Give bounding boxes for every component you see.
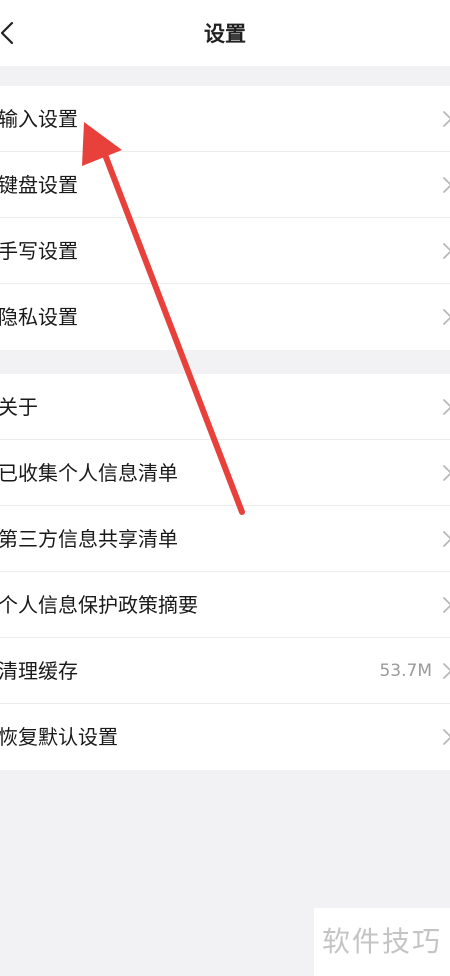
cache-size-value: 53.7M <box>379 661 432 681</box>
chevron-right-icon <box>440 464 450 482</box>
settings-item-label: 隐私设置 <box>0 305 78 329</box>
chevron-right-icon <box>440 242 450 260</box>
watermark: 软件技巧 <box>314 908 450 976</box>
settings-item-privacy-policy-summary[interactable]: 个人信息保护政策摘要 <box>0 572 450 638</box>
settings-screen: 设置 输入设置 键盘设置 手写设置 隐私设置 关于 已收集个人信息清单 第三方信… <box>0 0 450 976</box>
chevron-right-icon <box>440 176 450 194</box>
navigation-bar: 设置 <box>0 0 450 66</box>
settings-item-label: 已收集个人信息清单 <box>0 461 178 485</box>
settings-item-label: 个人信息保护政策摘要 <box>0 593 198 617</box>
settings-group-input: 输入设置 键盘设置 手写设置 隐私设置 <box>0 86 450 350</box>
chevron-right-icon <box>440 596 450 614</box>
settings-item-restore-defaults[interactable]: 恢复默认设置 <box>0 704 450 770</box>
settings-item-clear-cache[interactable]: 清理缓存 53.7M <box>0 638 450 704</box>
settings-item-label: 手写设置 <box>0 239 78 263</box>
settings-item-third-party-sharing-list[interactable]: 第三方信息共享清单 <box>0 506 450 572</box>
settings-item-label: 键盘设置 <box>0 173 78 197</box>
settings-item-input-settings[interactable]: 输入设置 <box>0 86 450 152</box>
settings-item-label: 关于 <box>0 395 38 419</box>
chevron-right-icon <box>440 308 450 326</box>
settings-item-about[interactable]: 关于 <box>0 374 450 440</box>
watermark-text: 软件技巧 <box>322 925 443 958</box>
chevron-right-icon <box>440 662 450 680</box>
settings-item-handwriting-settings[interactable]: 手写设置 <box>0 218 450 284</box>
settings-item-keyboard-settings[interactable]: 键盘设置 <box>0 152 450 218</box>
settings-item-collected-info-list[interactable]: 已收集个人信息清单 <box>0 440 450 506</box>
settings-item-label: 清理缓存 <box>0 659 78 683</box>
chevron-right-icon <box>440 110 450 128</box>
chevron-right-icon <box>440 398 450 416</box>
settings-item-privacy-settings[interactable]: 隐私设置 <box>0 284 450 350</box>
settings-item-label: 恢复默认设置 <box>0 725 118 749</box>
settings-item-label: 输入设置 <box>0 107 78 131</box>
chevron-right-icon <box>440 530 450 548</box>
settings-item-label: 第三方信息共享清单 <box>0 527 178 551</box>
chevron-right-icon <box>440 728 450 746</box>
settings-group-info: 关于 已收集个人信息清单 第三方信息共享清单 个人信息保护政策摘要 清理缓存 5… <box>0 374 450 770</box>
page-title: 设置 <box>204 22 246 46</box>
